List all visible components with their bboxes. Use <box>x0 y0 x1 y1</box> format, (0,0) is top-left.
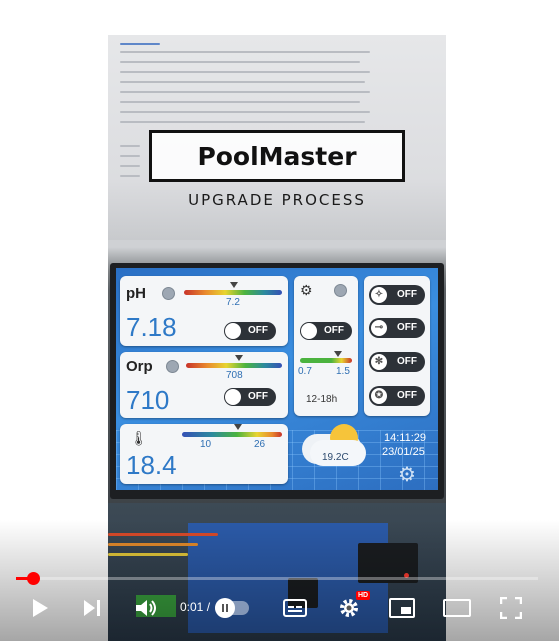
pressure-gauge <box>300 358 352 363</box>
pause-icon <box>215 598 235 618</box>
robot-cleaner-icon: ✪ <box>371 388 387 404</box>
autoplay-track <box>215 598 249 618</box>
lcd-screen: pH 7.2 7.18 OFF Orp 708 710 OFF 🌡 10 26 … <box>116 268 438 490</box>
heat-pump-button[interactable]: ✻ OFF <box>369 352 425 372</box>
weather-widget: 19.2C 14:11:29 23/01/25 ⚙ <box>302 424 432 486</box>
autoplay-toggle[interactable] <box>214 594 250 622</box>
cleaner-state: OFF <box>397 390 417 401</box>
orp-label: Orp <box>126 358 153 375</box>
orp-status-dot <box>166 360 179 373</box>
miniplayer-button[interactable] <box>388 594 416 622</box>
progress-scrubber[interactable] <box>26 572 40 585</box>
snowflake-icon: ✻ <box>371 354 387 370</box>
filter-button[interactable]: ⊸ OFF <box>369 318 425 338</box>
ph-gauge <box>184 290 282 295</box>
theater-mode-button[interactable] <box>442 594 472 622</box>
volume-icon <box>136 600 156 616</box>
subtitles-button[interactable] <box>282 594 308 622</box>
cleaner-button[interactable]: ✪ OFF <box>369 386 425 406</box>
pump-toggle-label: OFF <box>324 325 344 336</box>
ph-status-dot <box>162 287 175 300</box>
skip-next-icon <box>84 600 100 616</box>
miniplayer-icon <box>389 598 415 618</box>
heat-pump-state: OFF <box>397 356 417 367</box>
ph-label: pH <box>126 285 146 302</box>
brand-title-box: PoolMaster <box>149 130 405 182</box>
clock-time: 14:11:29 <box>384 432 427 444</box>
orp-gauge-marker <box>235 355 243 361</box>
filter-icon: ⊸ <box>371 320 387 336</box>
toggle-knob <box>301 323 317 339</box>
play-icon <box>33 599 48 617</box>
volume-button[interactable] <box>134 594 160 622</box>
orp-value: 710 <box>126 385 170 415</box>
temperature-scale-low: 10 <box>200 439 212 450</box>
light-state: OFF <box>397 289 417 300</box>
gear-icon <box>340 599 358 617</box>
ph-gauge-marker <box>230 282 238 288</box>
video-subtitle: UPGRADE PROCESS <box>188 191 366 209</box>
fullscreen-icon <box>500 597 522 619</box>
lcd-bezel: pH 7.2 7.18 OFF Orp 708 710 OFF 🌡 10 26 … <box>110 263 444 499</box>
ph-toggle[interactable]: OFF <box>224 322 276 340</box>
theater-icon <box>443 599 471 617</box>
pressure-scale-high: 1.5 <box>336 366 350 377</box>
pressure-gauge-marker <box>334 351 342 357</box>
toggle-knob <box>225 389 241 405</box>
orp-toggle-label: OFF <box>248 391 268 402</box>
lightbulb-icon: ✧ <box>371 287 387 303</box>
ph-card: pH 7.2 7.18 OFF <box>120 276 288 346</box>
fullscreen-button[interactable] <box>498 594 524 622</box>
hd-badge: HD <box>356 591 371 600</box>
thermometer-icon: 🌡 <box>130 430 148 446</box>
light-button[interactable]: ✧ OFF <box>369 285 425 305</box>
temperature-card: 🌡 10 26 18.4 <box>120 424 288 484</box>
weather-temperature: 19.2C <box>322 452 349 463</box>
pressure-scale-low: 0.7 <box>298 366 312 377</box>
temperature-gauge-marker <box>234 424 242 430</box>
clock-date: 23/01/25 <box>382 446 425 458</box>
orp-toggle[interactable]: OFF <box>224 388 276 406</box>
devices-card: ✧ OFF ⊸ OFF ✻ OFF ✪ OFF <box>364 276 430 416</box>
temperature-value: 18.4 <box>126 450 177 480</box>
pump-toggle[interactable]: OFF <box>300 322 352 340</box>
brand-title: PoolMaster <box>197 141 357 171</box>
temperature-scale-high: 26 <box>254 439 266 450</box>
pump-status-dot <box>334 284 347 297</box>
controls-gradient <box>0 520 559 641</box>
next-button[interactable] <box>80 594 104 622</box>
temperature-gauge <box>182 432 282 437</box>
ph-toggle-label: OFF <box>248 325 268 336</box>
pump-icon: ⚙ <box>300 282 313 298</box>
orp-gauge-value: 708 <box>226 370 243 381</box>
pump-schedule: 12-18h <box>306 394 338 405</box>
ph-value: 7.18 <box>126 312 177 342</box>
toggle-knob <box>225 323 241 339</box>
gear-icon: ⚙ <box>398 464 416 486</box>
orp-card: Orp 708 710 OFF <box>120 352 288 418</box>
orp-gauge <box>186 363 282 368</box>
pump-card: ⚙ OFF 0.7 1.5 12-18h <box>294 276 358 416</box>
ph-gauge-value: 7.2 <box>226 297 240 308</box>
time-display: 0:01 / <box>180 600 211 614</box>
filter-state: OFF <box>397 322 417 333</box>
subtitles-icon <box>283 599 307 617</box>
play-button[interactable] <box>28 594 52 622</box>
progress-bar[interactable] <box>16 577 538 580</box>
